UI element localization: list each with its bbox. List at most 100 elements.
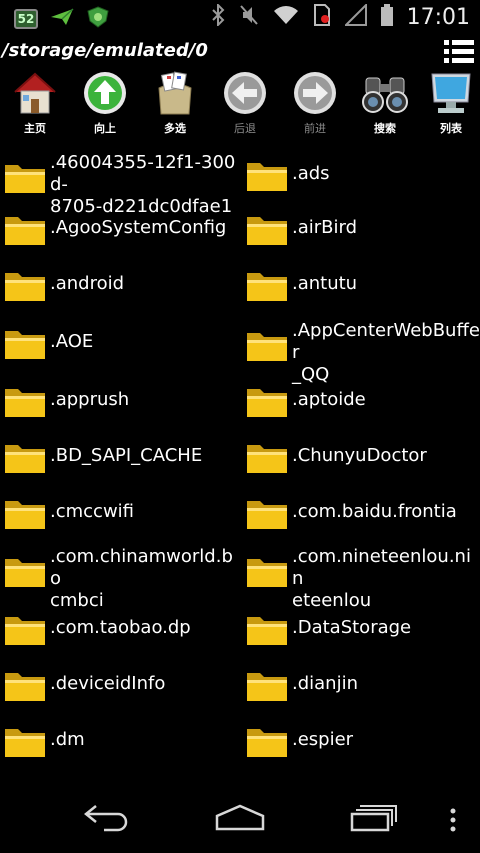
folder-item[interactable]: .46004355-12f1-300d- 8705-d221dc0dfae1 — [0, 148, 240, 217]
list-menu-button[interactable] — [444, 39, 474, 65]
folder-name-line1: .BD_SAPI_CACHE — [50, 445, 203, 466]
folder-name: .DataStorage — [292, 617, 480, 639]
folder-icon — [246, 554, 288, 588]
folder-item[interactable]: .AOE — [0, 316, 240, 372]
toolbar-home-button[interactable]: 主页 — [4, 70, 66, 140]
folder-item[interactable]: .com.baidu.frontia — [242, 486, 480, 542]
file-grid: .46004355-12f1-300d- 8705-d221dc0dfae1 .ad… — [0, 144, 480, 784]
folder-name: .antutu — [292, 273, 480, 295]
folder-icon — [246, 268, 288, 302]
folder-icon — [246, 612, 288, 646]
folder-name: .deviceidInfo — [50, 673, 238, 695]
folder-icon — [4, 612, 46, 646]
notification-52-icon: 52 — [14, 9, 38, 29]
bluetooth-icon — [211, 2, 225, 30]
folder-name-line1: .com.taobao.dp — [50, 617, 191, 638]
folder-icon — [4, 160, 46, 194]
back-icon — [83, 805, 128, 832]
folder-icon — [4, 724, 46, 758]
folder-name: .espier — [292, 729, 480, 751]
folder-item[interactable]: .AgooSystemConfig — [0, 202, 240, 258]
folder-icon — [4, 268, 46, 302]
toolbar-search-button[interactable]: 搜索 — [354, 70, 416, 140]
folder-item[interactable]: .cmccwifi — [0, 486, 240, 542]
folder-name-line1: .AgooSystemConfig — [50, 217, 227, 238]
binoculars-icon — [362, 77, 408, 113]
folder-name-line1: .android — [50, 273, 125, 294]
shield-app-icon — [86, 6, 110, 32]
folder-item[interactable]: .BD_SAPI_CACHE — [0, 430, 240, 486]
toolbar-multiselect-label: 多选 — [164, 122, 186, 135]
folder-name-line1: .antutu — [292, 273, 358, 294]
folder-name-line1: .cmccwifi — [50, 501, 135, 522]
folder-name-line1: .com.chinamworld.bo — [50, 546, 233, 589]
folder-item[interactable]: .dianjin — [242, 658, 480, 714]
toolbar-up-label: 向上 — [94, 122, 116, 135]
toolbar-list-button[interactable]: 列表 — [420, 70, 480, 140]
folder-item[interactable]: .deviceidInfo — [0, 658, 240, 714]
folder-icon — [246, 384, 288, 418]
wifi-icon — [273, 5, 299, 29]
up-arrow-icon — [84, 72, 126, 114]
toolbar-forward-button[interactable]: 前进 — [284, 70, 346, 140]
folder-name-line1: .com.nineteenlou.nin — [292, 546, 471, 589]
folder-item[interactable]: .com.nineteenlou.nin eteenlou — [242, 542, 480, 611]
folder-item[interactable]: .airBird — [242, 202, 480, 258]
toolbar-multiselect-button[interactable]: 多选 — [144, 70, 206, 140]
folder-name-line1: .deviceidInfo — [50, 673, 166, 694]
back-arrow-icon — [224, 72, 266, 114]
folder-item[interactable]: .com.taobao.dp — [0, 602, 240, 658]
folder-item[interactable]: .android — [0, 258, 240, 314]
toolbar-search-label: 搜索 — [374, 122, 396, 135]
folder-icon — [246, 440, 288, 474]
folder-item[interactable]: .com.chinamworld.bo cmbci — [0, 542, 240, 611]
nav-recents-button[interactable] — [350, 802, 398, 836]
folder-icon — [246, 496, 288, 530]
folder-item[interactable] — [0, 770, 240, 784]
sim-error-icon — [313, 4, 331, 30]
nav-home-button[interactable] — [214, 802, 266, 836]
folder-name-line1: .AOE — [50, 331, 94, 352]
home-icon — [215, 804, 265, 831]
folder-icon — [4, 212, 46, 246]
folder-icon — [246, 212, 288, 246]
folder-item[interactable]: .dm — [0, 714, 240, 770]
folder-name-line1: .dm — [50, 729, 85, 750]
folder-name: .AgooSystemConfig — [50, 217, 238, 239]
nav-overflow-button[interactable] — [448, 808, 458, 838]
nav-back-button[interactable] — [83, 802, 132, 836]
folder-item[interactable]: .ChunyuDoctor — [242, 430, 480, 486]
folder-icon — [4, 440, 46, 474]
overflow-menu-icon — [450, 808, 456, 832]
folder-item[interactable]: .AppCenterWebBuffer _QQ — [242, 316, 480, 385]
folder-icon — [4, 668, 46, 702]
folder-item[interactable]: .DataStorage — [242, 602, 480, 658]
toolbar-back-button[interactable]: 后退 — [214, 70, 276, 140]
battery-icon — [380, 4, 393, 30]
folder-name: .com.taobao.dp — [50, 617, 238, 639]
folder-name-line1: .ads — [292, 163, 330, 184]
monitor-icon — [431, 73, 471, 113]
folder-name: .android — [50, 273, 238, 295]
folder-name-line1: .aptoide — [292, 389, 366, 410]
folder-item[interactable]: .ads — [242, 148, 480, 204]
navigation-bar — [0, 784, 480, 853]
folder-item[interactable]: .antutu — [242, 258, 480, 314]
folder-name-line1: .espier — [292, 729, 354, 750]
multiselect-icon — [158, 71, 192, 115]
toolbar-up-button[interactable]: 向上 — [74, 70, 136, 140]
folder-name-line1: .apprush — [50, 389, 130, 410]
current-path: /storage/emulated/0 — [2, 40, 208, 61]
folder-item[interactable]: .espier — [242, 714, 480, 770]
folder-name: .dianjin — [292, 673, 480, 695]
folder-item[interactable]: .apprush — [0, 374, 240, 430]
folder-item[interactable]: .aptoide — [242, 374, 480, 430]
folder-name-line1: .dianjin — [292, 673, 358, 694]
folder-name: .dm — [50, 729, 238, 751]
folder-name-line1: .DataStorage — [292, 617, 412, 638]
clock: 17:01 — [406, 4, 470, 30]
folder-item[interactable] — [242, 770, 480, 784]
folder-name-line1: .46004355-12f1-300d- — [50, 152, 236, 195]
folder-name: .airBird — [292, 217, 480, 239]
folder-icon — [4, 384, 46, 418]
